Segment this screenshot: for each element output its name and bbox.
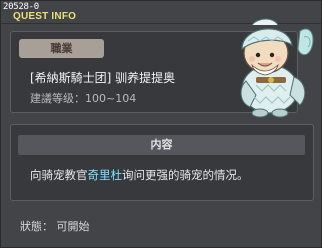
job-name: [希納斯騎士团] 驯养提提奥 [30, 71, 176, 85]
quest-description: 向骑宠教官奇里杜询问更强的骑宠的情况。 [30, 168, 249, 182]
job-header: 職業 [19, 39, 104, 58]
quest-status: 狀態： 可開始 [20, 220, 90, 233]
recommended-level: 建議等级：100~104 [30, 92, 137, 105]
description-text-after: 询问更强的骑宠的情况。 [122, 168, 249, 182]
description-text-before: 向骑宠教官 [30, 168, 88, 182]
content-header: 内容 [18, 135, 305, 155]
quest-info-window: 20528-0 QUEST INFO 職業 [希納斯騎士团] 驯养提提奥 建議等… [0, 0, 322, 248]
npc-name: 奇里杜 [87, 168, 123, 182]
character-icon [218, 11, 318, 121]
window-title: QUEST INFO [13, 11, 77, 22]
